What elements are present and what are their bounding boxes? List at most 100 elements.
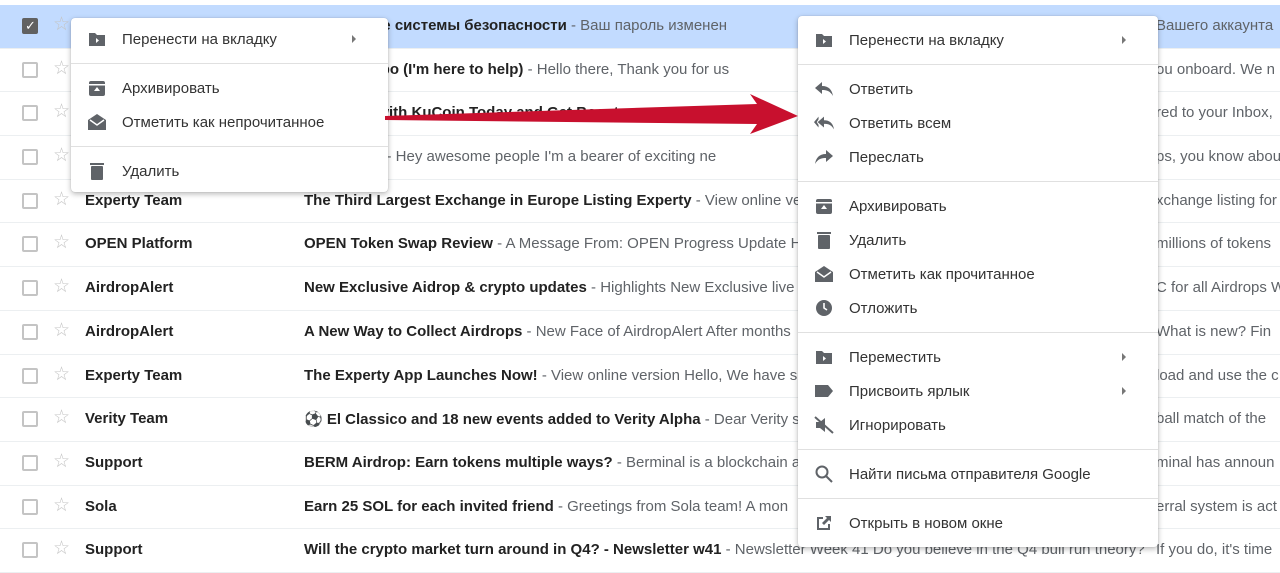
menu-item-move-to-tab[interactable]: Перенести на вкладку (71, 22, 388, 56)
menu-item-forward[interactable]: Переслать (798, 140, 1158, 174)
star-icon[interactable]: ☆ (53, 277, 70, 297)
menu-item-label: Перенести на вкладку (122, 30, 277, 48)
email-content: New Exclusive Aidrop & crypto updates - … (304, 279, 794, 296)
select-checkbox[interactable] (22, 411, 38, 428)
menu-item-label[interactable]: Присвоить ярлык (798, 374, 1158, 408)
menu-divider (798, 449, 1158, 450)
email-snippet-tail: ps, you know abou (1156, 148, 1280, 166)
email-snippet: - Dear Verity s (700, 411, 800, 429)
email-snippet-tail: C for all Airdrops W (1156, 279, 1280, 297)
email-subject: The Third Largest Exchange in Europe Lis… (304, 191, 692, 209)
menu-item-label: Ответить всем (849, 114, 952, 132)
email-sender: OPEN Platform (85, 235, 193, 253)
menu-item-move-to[interactable]: Переместить (798, 340, 1158, 374)
email-snippet-tail: What is new? Fin (1156, 322, 1272, 340)
email-subject: Will the crypto market turn around in Q4… (304, 541, 722, 559)
email-content: BERM Airdrop: Earn tokens multiple ways?… (304, 454, 800, 471)
menu-item-snooze[interactable]: Отложить (798, 291, 1158, 325)
select-checkbox[interactable] (22, 454, 38, 471)
email-snippet: - Highlights New Exclusive live (586, 279, 795, 297)
menu-item-reply[interactable]: Ответить (798, 72, 1158, 106)
email-sender: Support (85, 453, 143, 471)
menu-divider (798, 498, 1158, 499)
open-new-window-icon (814, 513, 834, 533)
select-checkbox[interactable] (22, 236, 38, 253)
select-checkbox[interactable] (22, 61, 38, 78)
menu-item-label: Открыть в новом окне (849, 514, 1003, 532)
email-content: The Experty App Launches Now! - View onl… (304, 367, 797, 384)
star-icon[interactable]: ☆ (53, 146, 70, 166)
menu-item-move-to-tab[interactable]: Перенести на вкладку (798, 23, 1158, 57)
menu-item-label: Архивировать (849, 197, 947, 215)
menu-item-archive[interactable]: Архивировать (798, 189, 1158, 223)
email-snippet: - View online version Hello, We have s (537, 366, 798, 384)
select-checkbox[interactable] (22, 149, 38, 166)
menu-item-label: Ответить (849, 80, 914, 98)
email-snippet-tail: red to your Inbox, (1156, 104, 1273, 122)
email-subject: ⚽ El Classico and 18 new events added to… (304, 411, 701, 429)
menu-item-label: Архивировать (122, 79, 220, 97)
select-checkbox[interactable] (22, 542, 38, 559)
label-icon (814, 381, 834, 401)
menu-divider (71, 146, 388, 147)
menu-item-label: Удалить (122, 162, 180, 180)
email-snippet: - Hello there, Thank you for us (523, 60, 730, 78)
menu-item-label: Игнорировать (849, 416, 946, 434)
menu-divider (798, 64, 1158, 65)
star-icon[interactable]: ☆ (53, 189, 70, 210)
email-subject: New Exclusive Aidrop & crypto updates (304, 279, 587, 297)
star-icon[interactable]: ☆ (53, 58, 70, 79)
email-snippet-tail: ball match of the (1156, 410, 1267, 428)
menu-item-mute[interactable]: Игнорировать (798, 408, 1158, 442)
star-icon[interactable]: ☆ (53, 233, 70, 253)
menu-item-label: Присвоить ярлык (849, 382, 970, 400)
email-snippet-tail: load and use the c (1156, 366, 1279, 384)
select-checkbox[interactable] (22, 192, 38, 209)
forward-icon (814, 147, 834, 167)
star-icon[interactable]: ☆ (53, 364, 70, 385)
email-snippet-tail: millions of tokens (1156, 235, 1272, 253)
menu-item-mark-read[interactable]: Отметить как прочитанное (798, 257, 1158, 291)
email-sender: Experty Team (85, 191, 183, 209)
star-icon[interactable]: ☆ (53, 408, 70, 428)
menu-item-label: Отметить как прочитанное (849, 265, 1035, 283)
reply-icon (814, 79, 834, 99)
email-snippet-tail: xchange listing for (1156, 191, 1277, 209)
star-icon[interactable]: ☆ (53, 102, 70, 122)
menu-item-label: Переместить (849, 348, 941, 366)
star-icon[interactable]: ☆ (53, 15, 70, 35)
menu-item-open-new-window[interactable]: Открыть в новом окне (798, 506, 1158, 540)
annotation-arrow-icon (385, 94, 798, 134)
email-content: ⚽ El Classico and 18 new events added to… (304, 410, 800, 428)
menu-item-delete[interactable]: Удалить (798, 223, 1158, 257)
mute-icon (814, 415, 834, 435)
email-snippet-tail: Вашего аккаунта (1156, 17, 1274, 34)
menu-item-search[interactable]: Найти письма отправителя Google (798, 457, 1158, 491)
menu-item-reply-all[interactable]: Ответить всем (798, 106, 1158, 140)
star-icon[interactable]: ☆ (53, 539, 70, 559)
select-checkbox[interactable] (22, 280, 38, 297)
select-checkbox[interactable] (22, 367, 38, 384)
email-sender: Support (85, 541, 143, 559)
star-icon[interactable]: ☆ (53, 495, 70, 516)
email-sender: AirdropAlert (85, 279, 174, 297)
menu-item-label: Переслать (849, 148, 924, 166)
snooze-icon (814, 298, 834, 318)
email-subject: The Experty App Launches Now! (304, 366, 538, 384)
submenu-arrow-icon (1122, 353, 1126, 361)
email-snippet: - A Message From: OPEN Progress Update H (492, 235, 802, 253)
menu-item-mark-unread[interactable]: Отметить как непрочитанное (71, 105, 388, 139)
star-icon[interactable]: ☆ (53, 320, 70, 341)
email-snippet-tail: minal has announ (1156, 453, 1275, 471)
menu-item-archive[interactable]: Архивировать (71, 71, 388, 105)
select-checkbox[interactable] (22, 18, 38, 34)
email-snippet: - Greetings from Sola team! A mon (553, 497, 789, 515)
move-to-icon (814, 347, 834, 367)
select-checkbox[interactable] (22, 323, 38, 340)
archive-icon (87, 78, 107, 98)
select-checkbox[interactable] (22, 105, 38, 122)
email-sender: Verity Team (85, 410, 169, 428)
select-checkbox[interactable] (22, 498, 38, 515)
menu-item-delete[interactable]: Удалить (71, 154, 388, 188)
star-icon[interactable]: ☆ (53, 451, 70, 472)
